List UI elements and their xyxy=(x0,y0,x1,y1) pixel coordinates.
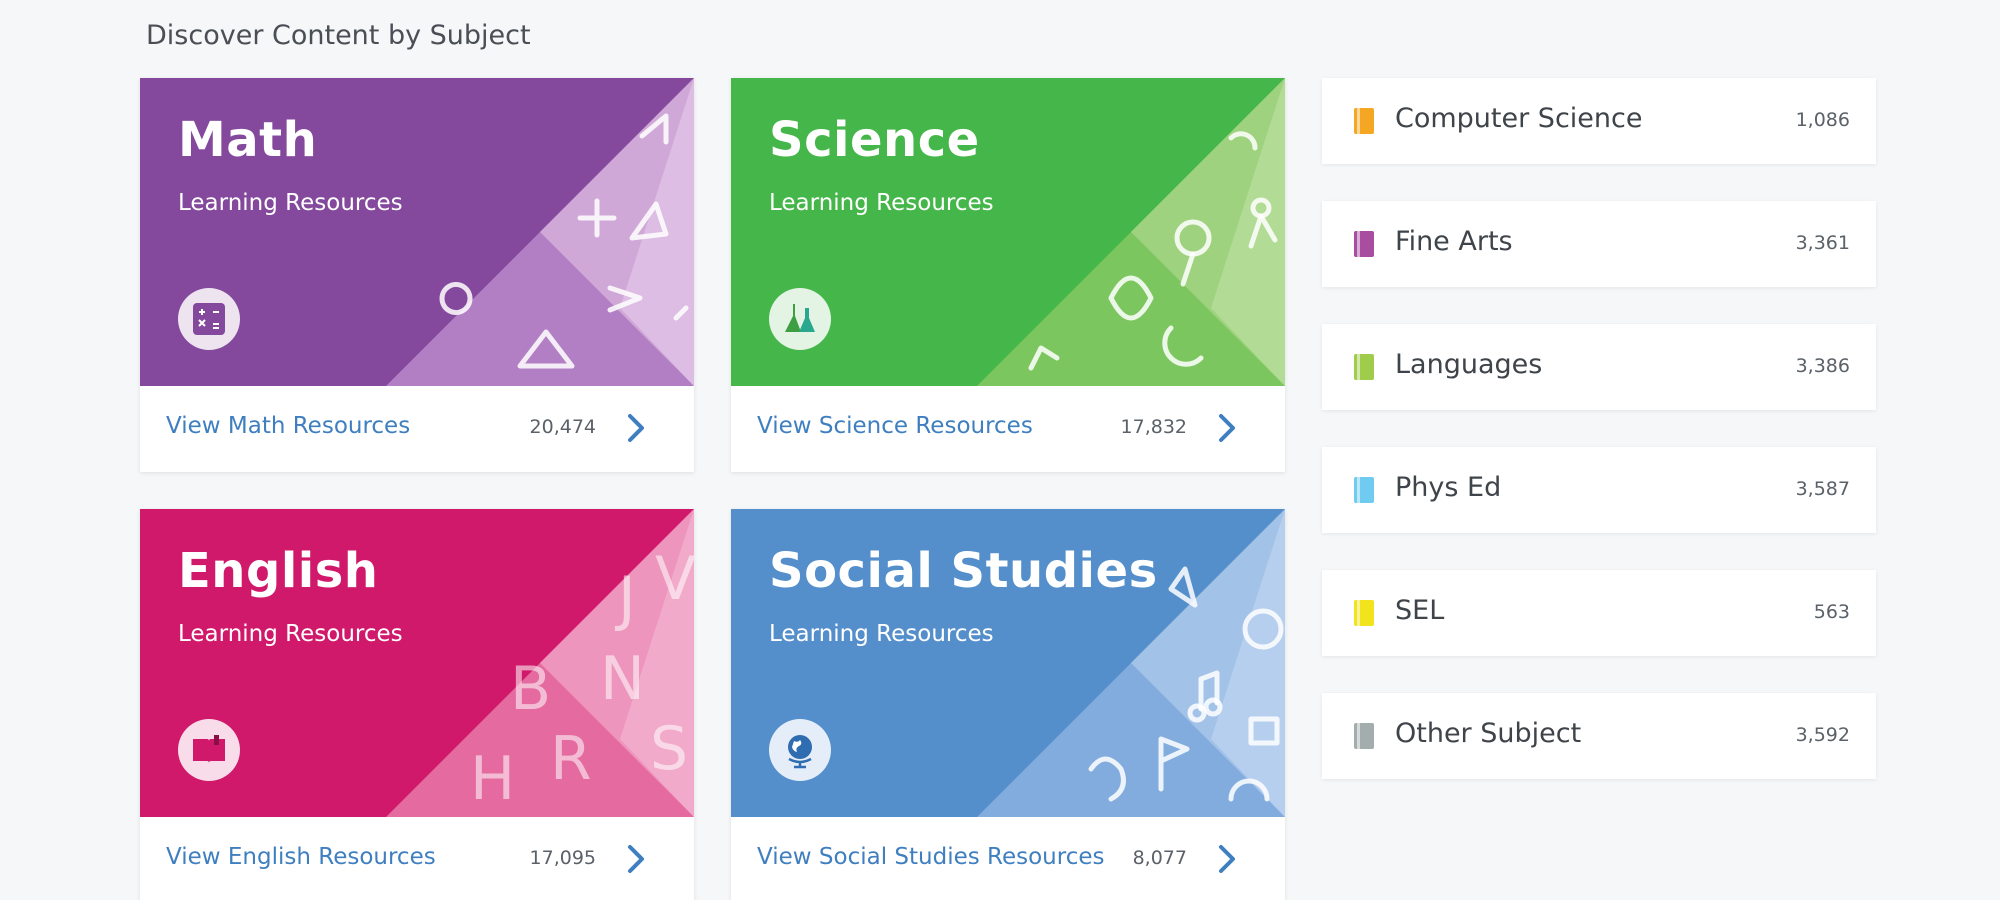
subject-label: Languages xyxy=(1395,349,1543,380)
subject-count: 3,587 xyxy=(1795,478,1850,500)
subject-card-english[interactable]: B N R S J V H English Learning Resources… xyxy=(140,509,694,900)
chevron-right-icon[interactable] xyxy=(1217,843,1237,875)
view-resources-link[interactable]: View Science Resources xyxy=(757,413,1033,439)
card-title: English xyxy=(178,543,379,599)
subject-item-other-subject[interactable]: Other Subject 3,592 xyxy=(1322,693,1876,779)
subject-label: SEL xyxy=(1395,595,1445,626)
book-icon xyxy=(1354,477,1374,503)
chevron-right-icon[interactable] xyxy=(626,843,646,875)
subject-item-languages[interactable]: Languages 3,386 xyxy=(1322,324,1876,410)
card-banner: Math Learning Resources xyxy=(140,78,694,386)
subject-card-social-studies[interactable]: Social Studies Learning Resources View S… xyxy=(731,509,1285,900)
book-icon xyxy=(1354,108,1374,134)
card-title: Math xyxy=(178,112,318,168)
flask-icon xyxy=(769,288,831,350)
card-footer[interactable]: View Science Resources 17,832 xyxy=(731,386,1285,472)
subject-item-computer-science[interactable]: Computer Science 1,086 xyxy=(1322,78,1876,164)
svg-text:R: R xyxy=(550,724,592,794)
svg-text:B: B xyxy=(510,654,551,724)
globe-icon xyxy=(769,719,831,781)
view-resources-link[interactable]: View Social Studies Resources xyxy=(757,844,1104,870)
svg-text:S: S xyxy=(650,714,688,784)
subject-label: Phys Ed xyxy=(1395,472,1502,503)
subject-count: 563 xyxy=(1813,601,1850,623)
book-icon xyxy=(1354,354,1374,380)
view-resources-link[interactable]: View Math Resources xyxy=(166,413,410,439)
subject-count: 3,361 xyxy=(1795,232,1850,254)
subject-label: Other Subject xyxy=(1395,718,1582,749)
book-icon xyxy=(1354,600,1374,626)
section-title: Discover Content by Subject xyxy=(146,20,531,51)
card-footer[interactable]: View English Resources 17,095 xyxy=(140,817,694,900)
resource-count: 20,474 xyxy=(529,416,596,438)
subject-count: 3,592 xyxy=(1795,724,1850,746)
card-subtitle: Learning Resources xyxy=(769,621,994,647)
svg-text:J: J xyxy=(614,564,636,634)
subject-label: Fine Arts xyxy=(1395,226,1513,257)
resource-count: 17,095 xyxy=(529,847,596,869)
resource-count: 17,832 xyxy=(1120,416,1187,438)
view-resources-link[interactable]: View English Resources xyxy=(166,844,436,870)
subject-card-science[interactable]: Science Learning Resources View Science … xyxy=(731,78,1285,472)
subject-count: 1,086 xyxy=(1795,109,1850,131)
book-icon xyxy=(178,719,240,781)
svg-text:H: H xyxy=(470,744,515,814)
book-icon xyxy=(1354,231,1374,257)
subject-count: 3,386 xyxy=(1795,355,1850,377)
card-banner: Social Studies Learning Resources xyxy=(731,509,1285,817)
resource-count: 8,077 xyxy=(1132,847,1187,869)
calculator-icon xyxy=(178,288,240,350)
svg-text:N: N xyxy=(600,644,645,714)
card-subtitle: Learning Resources xyxy=(769,190,994,216)
card-banner: B N R S J V H English Learning Resources xyxy=(140,509,694,817)
svg-text:V: V xyxy=(655,544,694,614)
chevron-right-icon[interactable] xyxy=(626,412,646,444)
card-title: Science xyxy=(769,112,980,168)
subject-item-phys-ed[interactable]: Phys Ed 3,587 xyxy=(1322,447,1876,533)
subject-item-sel[interactable]: SEL 563 xyxy=(1322,570,1876,656)
subject-label: Computer Science xyxy=(1395,103,1643,134)
card-subtitle: Learning Resources xyxy=(178,190,403,216)
book-icon xyxy=(1354,723,1374,749)
subject-item-fine-arts[interactable]: Fine Arts 3,361 xyxy=(1322,201,1876,287)
card-title: Social Studies xyxy=(769,543,1158,599)
card-footer[interactable]: View Math Resources 20,474 xyxy=(140,386,694,472)
subject-card-math[interactable]: Math Learning Resources View Math Resour… xyxy=(140,78,694,472)
card-subtitle: Learning Resources xyxy=(178,621,403,647)
card-footer[interactable]: View Social Studies Resources 8,077 xyxy=(731,817,1285,900)
chevron-right-icon[interactable] xyxy=(1217,412,1237,444)
card-banner: Science Learning Resources xyxy=(731,78,1285,386)
